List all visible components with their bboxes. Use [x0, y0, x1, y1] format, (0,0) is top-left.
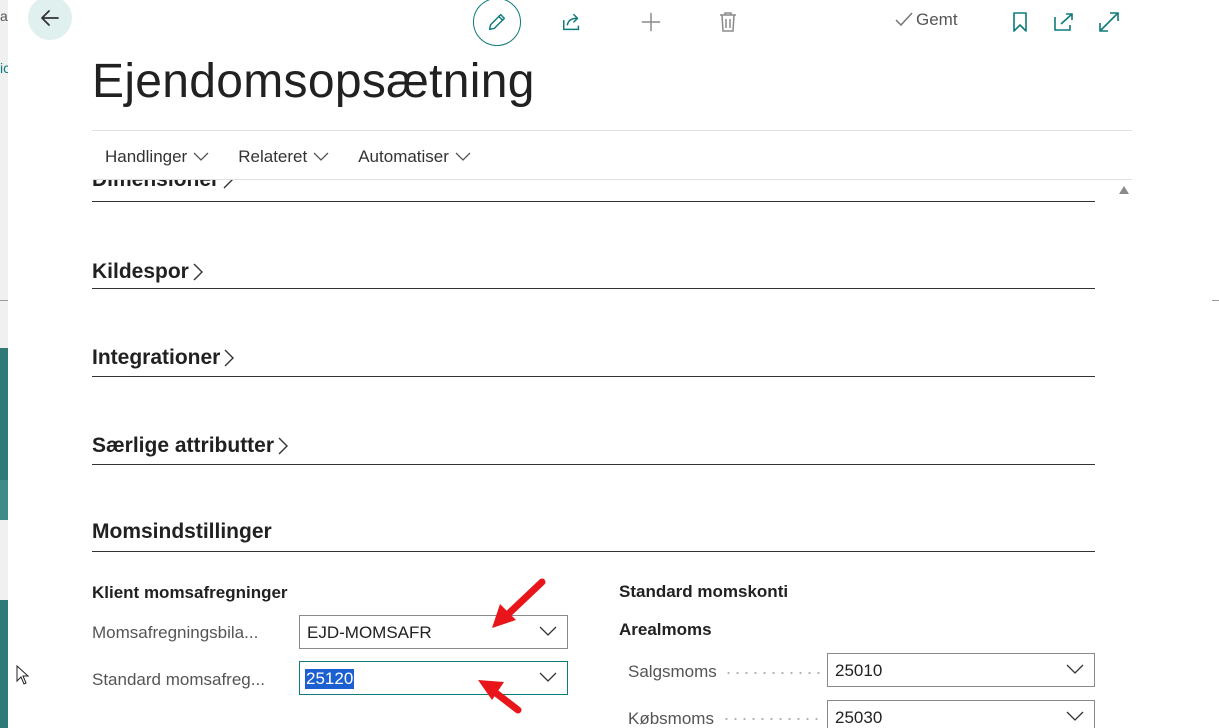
- property-setup-dialog: Gemt Ejendomsopsætning Handlinger Relate…: [8, 0, 1212, 728]
- popout-icon: [1054, 13, 1073, 31]
- field-value: 25030: [835, 708, 883, 727]
- field-label-standard-momsafregning: Standard momsafreg...: [92, 670, 265, 689]
- share-icon: [563, 13, 580, 31]
- background-panel: [0, 348, 8, 480]
- section-title: Dimensioner: [92, 180, 219, 192]
- section-divider: [92, 201, 1095, 202]
- background-panel: [0, 600, 8, 728]
- subgroup-title-arealmoms: Arealmoms: [619, 620, 712, 639]
- salgsmoms-select[interactable]: 25010: [827, 653, 1095, 687]
- section-title: Momsindstillinger: [92, 520, 272, 543]
- menu-label: Handlinger: [105, 147, 188, 166]
- menu-relateret[interactable]: Relateret: [238, 147, 329, 167]
- bookmark-button[interactable]: [1006, 6, 1034, 38]
- chevron-down-icon: [1066, 711, 1084, 721]
- action-bar: Handlinger Relateret Automatiser: [92, 136, 487, 178]
- field-value: 25120: [305, 669, 355, 689]
- field-label-kobsmoms: Købsmoms: [628, 709, 714, 728]
- section-header-saerlige-attributter[interactable]: Særlige attributter: [92, 434, 289, 458]
- annotation-arrow-icon: [492, 578, 546, 628]
- content-area: Dimensioner Kildespor Integrationer Særl…: [92, 180, 1102, 728]
- field-label-salgsmoms: Salgsmoms: [628, 662, 717, 681]
- edit-button[interactable]: [473, 0, 521, 46]
- section-title: Særlige attributter: [92, 434, 275, 457]
- pencil-icon: [488, 13, 506, 31]
- share-button[interactable]: [556, 6, 588, 38]
- page-title: Ejendomsopsætning: [92, 55, 535, 108]
- scroll-up-arrow[interactable]: [1119, 186, 1129, 194]
- chevron-down-icon: [1066, 664, 1084, 674]
- new-button[interactable]: [635, 6, 667, 38]
- menu-automatiser[interactable]: Automatiser: [358, 147, 471, 167]
- background-panel: [0, 480, 8, 520]
- background-app-strip: a ic: [0, 0, 10, 728]
- background-divider: [1212, 300, 1219, 301]
- expand-icon: [1099, 12, 1119, 32]
- delete-button[interactable]: [712, 6, 744, 38]
- chevron-right-icon: [224, 349, 235, 367]
- menu-handlinger[interactable]: Handlinger: [105, 147, 209, 167]
- menu-label: Relateret: [238, 147, 308, 166]
- bookmark-icon: [1013, 12, 1027, 32]
- trash-icon: [720, 12, 736, 32]
- section-divider: [92, 464, 1095, 465]
- back-button[interactable]: [28, 0, 72, 40]
- menu-label: Automatiser: [358, 147, 449, 166]
- field-value: 25010: [835, 661, 883, 680]
- field-value: EJD-MOMSAFR: [307, 623, 432, 642]
- section-divider: [92, 288, 1095, 289]
- dot-leader: [722, 718, 824, 720]
- group-title-standard-momskonti: Standard momskonti: [619, 582, 789, 601]
- background-text-fragment: a: [0, 8, 8, 24]
- background-divider: [0, 300, 8, 301]
- open-new-window-button[interactable]: [1050, 6, 1078, 38]
- saved-label: Gemt: [916, 10, 958, 29]
- checkmark-icon: [895, 12, 913, 27]
- section-title: Kildespor: [92, 260, 189, 283]
- expand-button[interactable]: [1095, 6, 1123, 38]
- kobsmoms-select[interactable]: 25030: [827, 700, 1095, 728]
- annotation-arrow-icon: [478, 680, 522, 714]
- chevron-down-icon: [455, 152, 471, 161]
- mouse-cursor-icon: [16, 665, 30, 685]
- saved-status: Gemt: [894, 10, 958, 30]
- section-divider: [92, 376, 1095, 377]
- section-header-kildespor[interactable]: Kildespor: [92, 260, 203, 284]
- title-divider: [92, 130, 1132, 131]
- section-header-dimensioner[interactable]: Dimensioner: [92, 180, 234, 192]
- dot-leader: [724, 672, 824, 674]
- group-title-klient-momsafregninger: Klient momsafregninger: [92, 583, 288, 602]
- section-header-momsindstillinger[interactable]: Momsindstillinger: [92, 520, 272, 544]
- chevron-down-icon: [193, 152, 209, 161]
- chevron-right-icon: [193, 263, 203, 281]
- chevron-down-icon: [313, 152, 329, 161]
- section-header-integrationer[interactable]: Integrationer: [92, 346, 235, 370]
- chevron-right-icon: [223, 180, 234, 189]
- section-divider: [92, 551, 1095, 552]
- arrow-left-icon: [41, 10, 59, 26]
- plus-icon: [641, 12, 661, 32]
- section-title: Integrationer: [92, 346, 221, 369]
- field-label-momsafregningsbilag: Momsafregningsbila...: [92, 623, 259, 642]
- chevron-right-icon: [278, 437, 289, 455]
